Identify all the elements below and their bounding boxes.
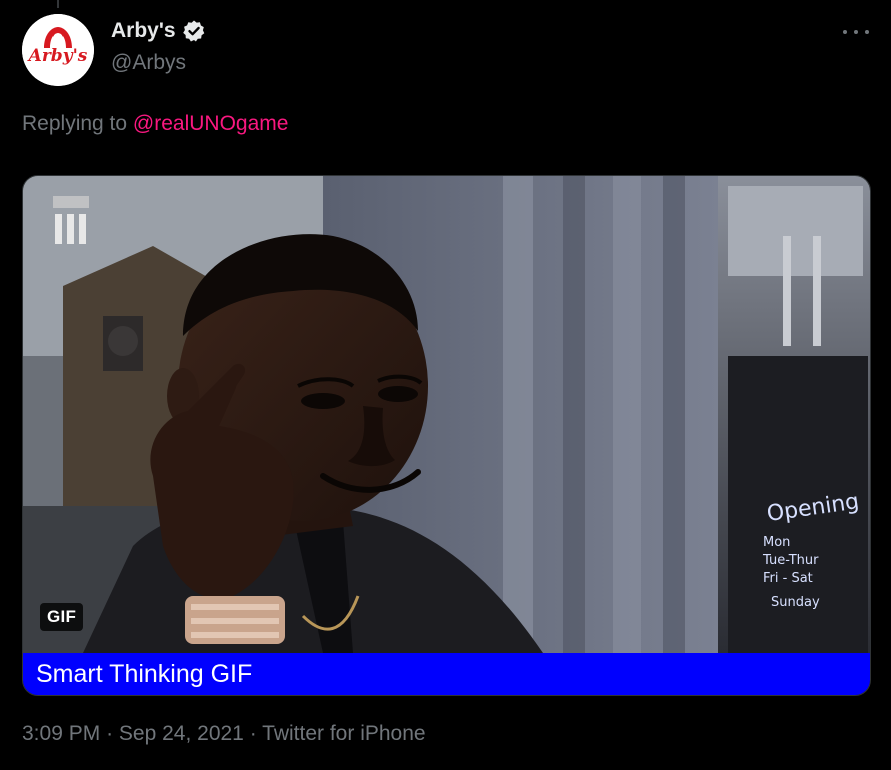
replying-to-label: Replying to: [22, 112, 128, 135]
svg-text:Sunday: Sunday: [771, 595, 820, 610]
gif-badge: GIF: [40, 603, 84, 631]
display-name[interactable]: Arby's: [111, 19, 176, 43]
tweet-metadata: 3:09 PM · Sep 24, 2021 · Twitter for iPh…: [22, 722, 426, 746]
replying-to-line: Replying to @realUNOgame: [22, 112, 288, 136]
meta-separator: ·: [249, 722, 257, 745]
gif-caption-bar[interactable]: Smart Thinking GIF: [23, 653, 870, 695]
svg-text:Fri - Sat: Fri - Sat: [763, 571, 813, 586]
more-horizontal-icon: [843, 30, 847, 34]
avatar-wordmark: Arby's: [27, 46, 88, 66]
tweet-time-link[interactable]: 3:09 PM: [22, 722, 100, 745]
tweet-source: Twitter for iPhone: [262, 722, 426, 745]
author-name-row: Arby's: [111, 19, 206, 43]
verified-badge-icon[interactable]: [182, 19, 206, 43]
thread-connector-line: [57, 0, 59, 8]
author-handle[interactable]: @Arbys: [111, 51, 186, 75]
meta-separator: ·: [106, 722, 114, 745]
more-options-button[interactable]: [843, 22, 869, 42]
bbc-three-watermark: [53, 196, 89, 244]
svg-text:Tue-Thur: Tue-Thur: [762, 553, 819, 568]
gif-frame-image[interactable]: Opening Mon Tue-Thur Fri - Sat Sunday: [23, 176, 870, 653]
tweet-card: Arby's Arby's @Arbys Replying to @realUN…: [0, 0, 891, 770]
tweet-date-link[interactable]: Sep 24, 2021: [119, 722, 244, 745]
gif-media-card[interactable]: Opening Mon Tue-Thur Fri - Sat Sunday Sm…: [22, 175, 871, 696]
reply-mention-link[interactable]: @realUNOgame: [133, 112, 289, 135]
more-horizontal-icon: [865, 30, 869, 34]
svg-text:Mon: Mon: [763, 535, 790, 550]
more-horizontal-icon: [854, 30, 858, 34]
avatar[interactable]: Arby's: [22, 14, 94, 86]
arbys-logo-icon: Arby's: [22, 14, 94, 86]
